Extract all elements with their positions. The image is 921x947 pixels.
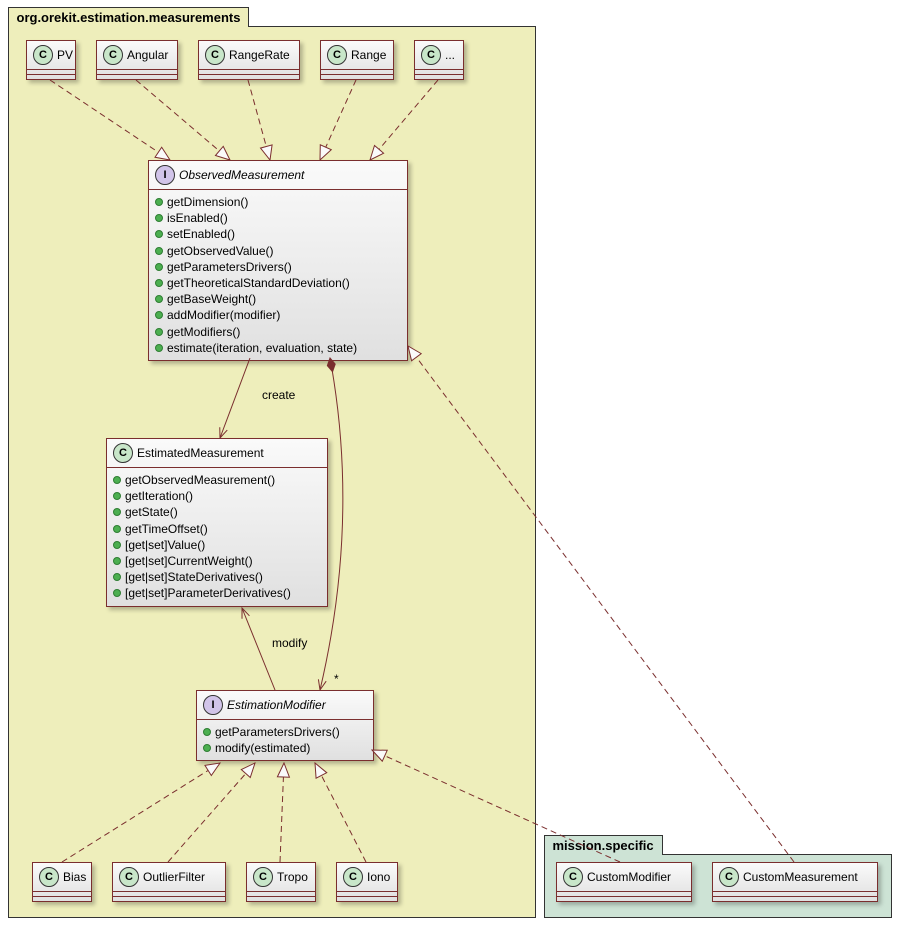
- member: [get|set]Value(): [125, 537, 205, 553]
- member: [get|set]StateDerivatives(): [125, 569, 263, 585]
- class-icon: C: [113, 443, 133, 463]
- class-custommeas-name: CustomMeasurement: [743, 870, 858, 884]
- observed-members: getDimension() isEnabled() setEnabled() …: [149, 190, 407, 360]
- interface-observed: I ObservedMeasurement getDimension() isE…: [148, 160, 408, 361]
- class-icon: C: [719, 867, 739, 887]
- class-outlier: C OutlierFilter: [112, 862, 226, 902]
- package-mission-label: mission.specific: [553, 838, 654, 853]
- class-icon: C: [33, 45, 53, 65]
- class-tropo: C Tropo: [246, 862, 316, 902]
- class-icon: C: [205, 45, 225, 65]
- class-custommeas: C CustomMeasurement: [712, 862, 878, 902]
- class-bias: C Bias: [32, 862, 92, 902]
- class-icon: C: [39, 867, 59, 887]
- interface-modifier: I EstimationModifier getParametersDriver…: [196, 690, 374, 761]
- estimated-members: getObservedMeasurement() getIteration() …: [107, 468, 327, 606]
- member: getIteration(): [125, 488, 193, 504]
- observed-name: ObservedMeasurement: [179, 168, 304, 182]
- class-iono: C Iono: [336, 862, 398, 902]
- class-rangerate-name: RangeRate: [229, 48, 290, 62]
- member: getObservedValue(): [167, 243, 274, 259]
- member: getObservedMeasurement(): [125, 472, 275, 488]
- member: getDimension(): [167, 194, 248, 210]
- estimated-name: EstimatedMeasurement: [137, 446, 264, 460]
- class-icon: C: [421, 45, 441, 65]
- edge-star-label: *: [334, 672, 339, 686]
- member: setEnabled(): [167, 226, 235, 242]
- class-angular: C Angular: [96, 40, 178, 80]
- class-icon: C: [253, 867, 273, 887]
- edge-create-label: create: [262, 388, 295, 402]
- member: getBaseWeight(): [167, 291, 256, 307]
- class-rangerate: C RangeRate: [198, 40, 300, 80]
- interface-icon: I: [155, 165, 175, 185]
- class-bias-name: Bias: [63, 870, 86, 884]
- member: getTimeOffset(): [125, 521, 208, 537]
- class-icon: C: [343, 867, 363, 887]
- member: estimate(iteration, evaluation, state): [167, 340, 357, 356]
- class-angular-name: Angular: [127, 48, 168, 62]
- class-custommod: C CustomModifier: [556, 862, 692, 902]
- interface-icon: I: [203, 695, 223, 715]
- modifier-name: EstimationModifier: [227, 698, 326, 712]
- edge-modify-label: modify: [272, 636, 307, 650]
- class-range-name: Range: [351, 48, 386, 62]
- member: getState(): [125, 504, 178, 520]
- class-icon: C: [563, 867, 583, 887]
- package-mission-tab: mission.specific: [544, 835, 663, 855]
- class-pv: C PV: [26, 40, 76, 80]
- member: modify(estimated): [215, 740, 310, 756]
- member: getModifiers(): [167, 324, 240, 340]
- class-icon: C: [327, 45, 347, 65]
- member: getParametersDrivers(): [215, 724, 340, 740]
- class-icon: C: [103, 45, 123, 65]
- package-orekit-label: org.orekit.estimation.measurements: [17, 10, 241, 25]
- class-outlier-name: OutlierFilter: [143, 870, 205, 884]
- member: isEnabled(): [167, 210, 228, 226]
- class-dots-name: ...: [445, 48, 455, 62]
- class-tropo-name: Tropo: [277, 870, 308, 884]
- class-estimated: C EstimatedMeasurement getObservedMeasur…: [106, 438, 328, 607]
- class-custommod-name: CustomModifier: [587, 870, 671, 884]
- member: addModifier(modifier): [167, 307, 280, 323]
- member: getParametersDrivers(): [167, 259, 292, 275]
- class-range: C Range: [320, 40, 394, 80]
- member: [get|set]CurrentWeight(): [125, 553, 253, 569]
- modifier-members: getParametersDrivers() modify(estimated): [197, 720, 373, 760]
- class-dots: C ...: [414, 40, 464, 80]
- member: [get|set]ParameterDerivatives(): [125, 585, 291, 601]
- member: getTheoreticalStandardDeviation(): [167, 275, 350, 291]
- class-iono-name: Iono: [367, 870, 390, 884]
- package-orekit-tab: org.orekit.estimation.measurements: [8, 7, 250, 27]
- class-pv-name: PV: [57, 48, 73, 62]
- class-icon: C: [119, 867, 139, 887]
